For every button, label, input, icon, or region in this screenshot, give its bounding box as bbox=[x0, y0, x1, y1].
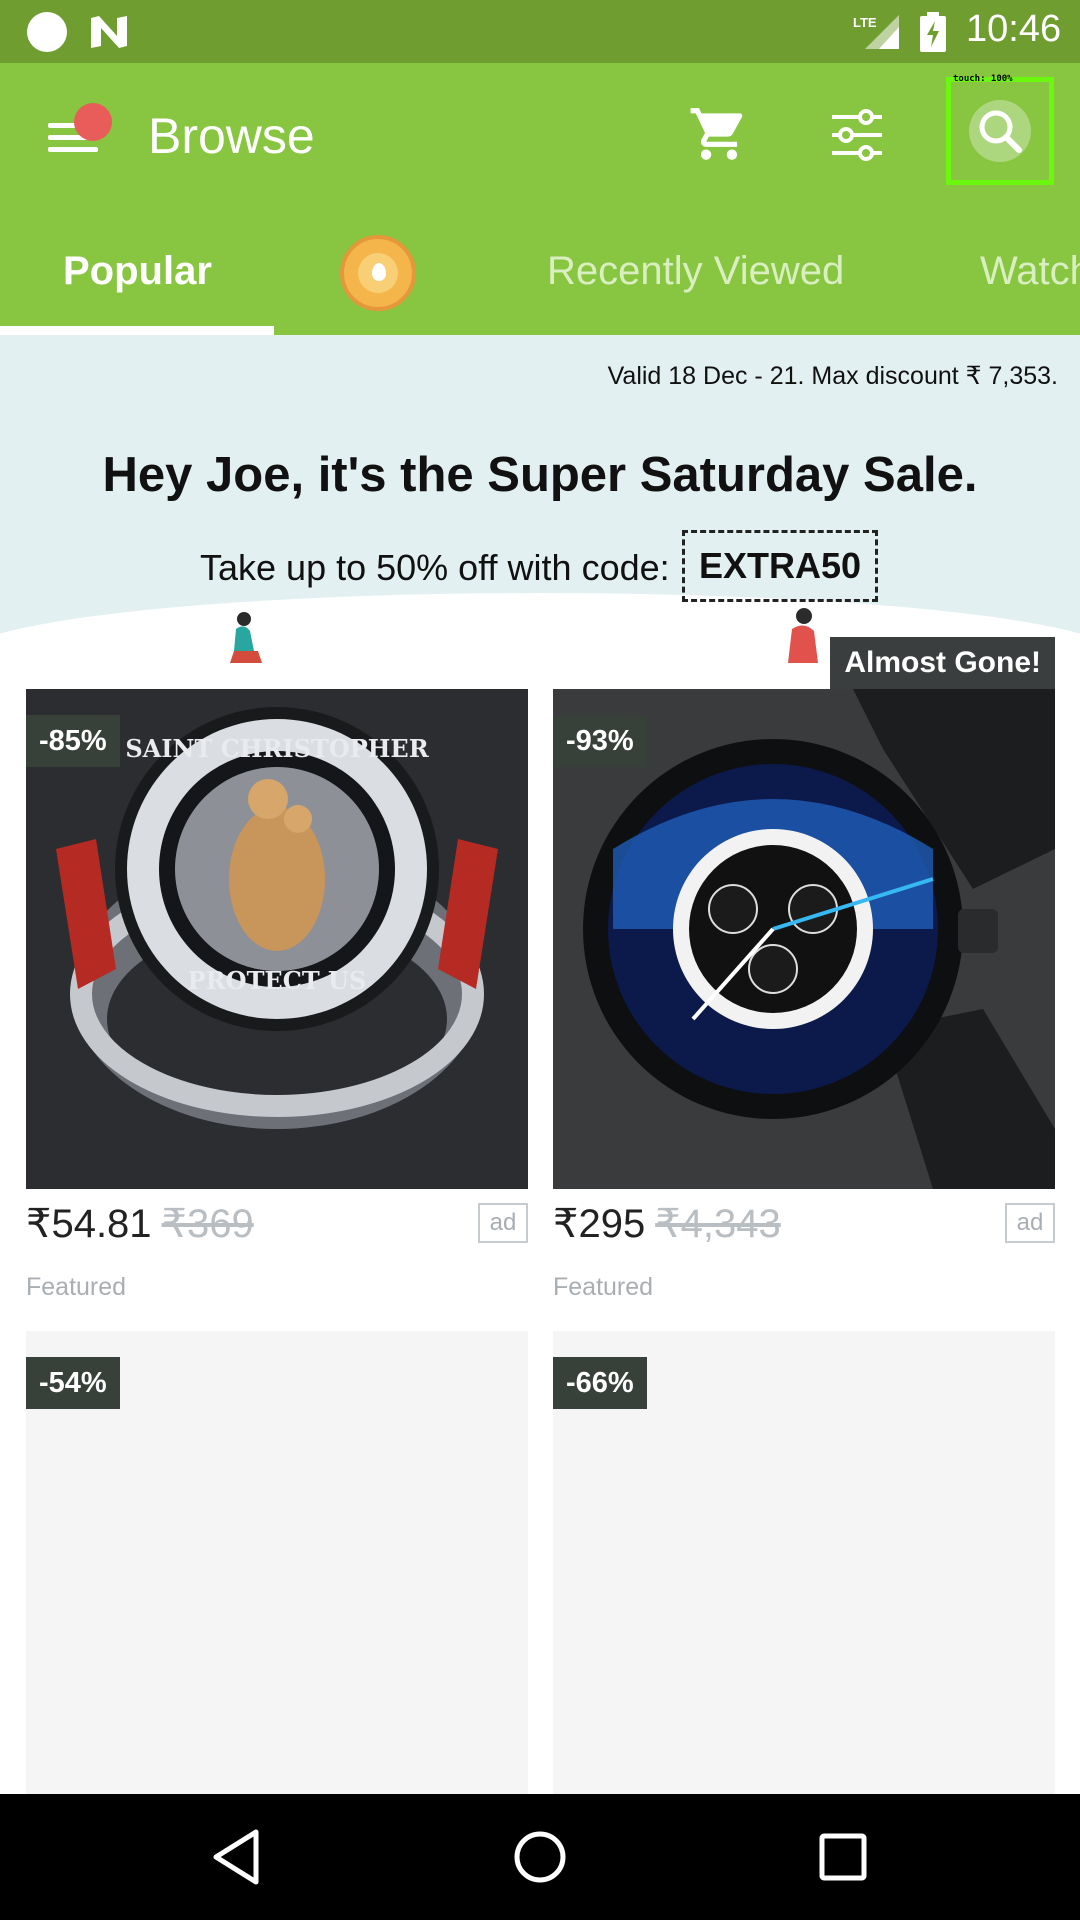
discount-badge: -85% bbox=[26, 715, 120, 767]
featured-label: Featured bbox=[26, 1273, 127, 1301]
discount-badge: -54% bbox=[26, 1357, 120, 1409]
discount-badge: -66% bbox=[553, 1357, 647, 1409]
search-button[interactable]: touch: 100% bbox=[946, 74, 1054, 185]
recents-icon[interactable] bbox=[810, 1824, 876, 1890]
tab-watch[interactable]: Watch bbox=[980, 249, 1080, 294]
ad-label: ad bbox=[478, 1203, 528, 1243]
ad-label: ad bbox=[1005, 1203, 1055, 1243]
touch-overlay-label: touch: 100% bbox=[953, 74, 1013, 84]
promo-subtext: Take up to 50% off with code: bbox=[200, 547, 670, 588]
tab-recently-viewed[interactable]: Recently Viewed bbox=[547, 249, 844, 294]
promo-headline: Hey Joe, it's the Super Saturday Sale. bbox=[102, 448, 978, 502]
status-bar: LTE 10:46 bbox=[0, 0, 1080, 63]
promo-code: EXTRA50 bbox=[682, 530, 878, 602]
category-tabs: Popular Recently Viewed Watch bbox=[0, 209, 1080, 335]
tab-indicator bbox=[0, 326, 274, 335]
menu-icon-bar bbox=[48, 147, 98, 152]
system-nav-bar bbox=[0, 1794, 1080, 1920]
battery-charging-icon bbox=[920, 12, 946, 52]
discount-badge: -93% bbox=[553, 715, 647, 767]
person-illustration bbox=[230, 612, 262, 663]
svg-text:SAINT CHRISTOPHER: SAINT CHRISTOPHER bbox=[125, 734, 429, 763]
promo-banner[interactable]: Valid 18 Dec - 21. Max discount ₹ 7,353.… bbox=[0, 335, 1080, 663]
original-price: ₹369 bbox=[161, 1202, 254, 1246]
current-price: ₹295 bbox=[553, 1202, 646, 1246]
promo-valid-text: Valid 18 Dec - 21. Max discount ₹ 7,353. bbox=[607, 362, 1058, 390]
current-price: ₹54.81 bbox=[26, 1202, 152, 1246]
person-illustration bbox=[788, 608, 818, 663]
notification-dot bbox=[74, 103, 112, 141]
screen: LTE 10:46 Browse touch: 100% Popular Rec… bbox=[0, 0, 1080, 1920]
status-time: 10:46 bbox=[966, 8, 1062, 50]
cart-button[interactable] bbox=[688, 103, 750, 165]
product-price: ₹295 ₹4,343 bbox=[553, 1201, 781, 1247]
filter-icon bbox=[832, 109, 882, 161]
back-icon[interactable] bbox=[204, 1824, 270, 1890]
n-logo-icon bbox=[91, 16, 127, 48]
app-bar: Browse touch: 100% bbox=[0, 63, 1080, 209]
almost-gone-badge: Almost Gone! bbox=[830, 637, 1055, 689]
cart-icon bbox=[690, 108, 743, 160]
product-price: ₹54.81 ₹369 bbox=[26, 1201, 254, 1247]
coin-icon[interactable] bbox=[340, 235, 416, 311]
search-icon bbox=[969, 100, 1031, 162]
tab-popular[interactable]: Popular bbox=[63, 249, 212, 294]
lte-signal-icon: LTE bbox=[853, 15, 899, 49]
page-title: Browse bbox=[148, 108, 315, 164]
svg-text:LTE: LTE bbox=[853, 15, 877, 30]
home-icon[interactable] bbox=[507, 1824, 573, 1890]
menu-button[interactable] bbox=[40, 103, 112, 163]
coin-icon-drop bbox=[372, 263, 386, 281]
featured-label: Featured bbox=[553, 1273, 654, 1301]
original-price: ₹4,343 bbox=[655, 1202, 781, 1246]
svg-text:PROTECT US: PROTECT US bbox=[188, 966, 367, 995]
filter-button[interactable] bbox=[826, 105, 888, 165]
circle-icon bbox=[27, 12, 67, 52]
